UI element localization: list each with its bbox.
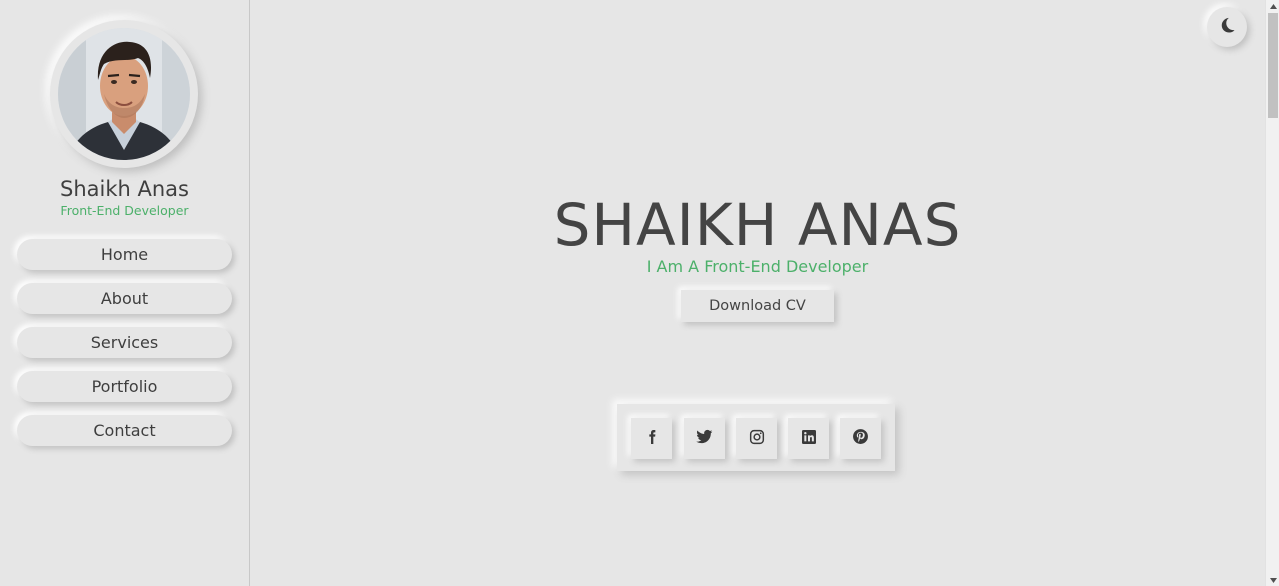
avatar bbox=[58, 28, 190, 160]
facebook-link[interactable] bbox=[631, 418, 672, 459]
social-links bbox=[617, 404, 895, 471]
theme-toggle-button[interactable] bbox=[1207, 7, 1247, 47]
nav-item-about[interactable]: About bbox=[17, 283, 232, 314]
pinterest-link[interactable] bbox=[840, 418, 881, 459]
scroll-down-arrow-icon[interactable] bbox=[1266, 574, 1279, 586]
nav-item-portfolio[interactable]: Portfolio bbox=[17, 371, 232, 402]
scrollbar[interactable] bbox=[1265, 0, 1279, 586]
profile-name: Shaikh Anas bbox=[60, 177, 189, 201]
pinterest-icon bbox=[852, 428, 869, 449]
nav-item-contact[interactable]: Contact bbox=[17, 415, 232, 446]
instagram-link[interactable] bbox=[736, 418, 777, 459]
sidebar: Shaikh Anas Front-End Developer Home Abo… bbox=[0, 0, 250, 586]
nav-item-home[interactable]: Home bbox=[17, 239, 232, 270]
main-content: SHAIKH ANAS I Am A Front-End Developer D… bbox=[250, 0, 1265, 586]
download-cv-button[interactable]: Download CV bbox=[681, 290, 834, 322]
scroll-up-arrow-icon[interactable] bbox=[1266, 0, 1279, 12]
sidebar-nav: Home About Services Portfolio Contact bbox=[17, 239, 232, 459]
hero-title: SHAIKH ANAS bbox=[553, 191, 962, 259]
avatar-frame bbox=[50, 20, 198, 168]
scrollbar-thumb[interactable] bbox=[1268, 13, 1278, 118]
hero-subtitle: I Am A Front-End Developer bbox=[646, 257, 869, 276]
instagram-icon bbox=[749, 429, 765, 449]
linkedin-link[interactable] bbox=[788, 418, 829, 459]
facebook-icon bbox=[644, 429, 660, 449]
linkedin-icon bbox=[801, 429, 817, 449]
nav-item-services[interactable]: Services bbox=[17, 327, 232, 358]
twitter-link[interactable] bbox=[684, 418, 725, 459]
moon-icon bbox=[1218, 16, 1236, 38]
twitter-icon bbox=[696, 428, 713, 449]
profile-role: Front-End Developer bbox=[60, 203, 189, 218]
